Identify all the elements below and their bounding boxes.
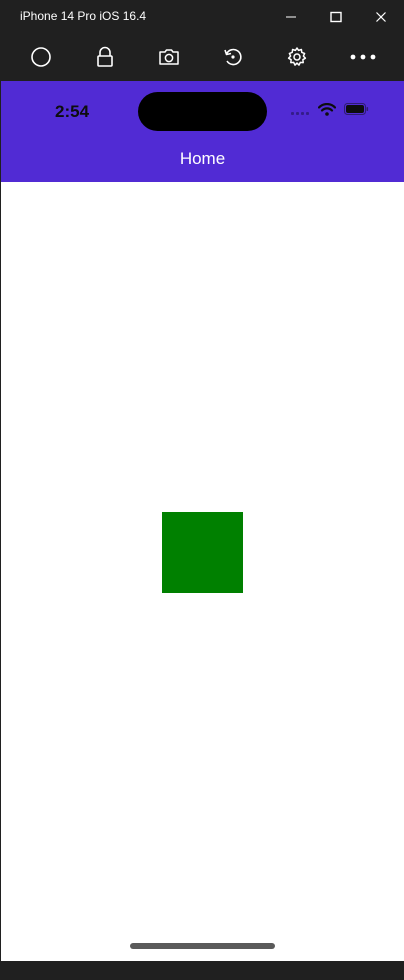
settings-button[interactable] bbox=[281, 41, 313, 73]
home-indicator[interactable] bbox=[130, 943, 275, 949]
rotate-button[interactable] bbox=[217, 41, 249, 73]
simulator-toolbar bbox=[0, 33, 404, 81]
title-bar: iPhone 14 Pro iOS 16.4 bbox=[0, 0, 404, 33]
more-button[interactable] bbox=[347, 41, 379, 73]
minimize-button[interactable] bbox=[268, 0, 314, 33]
more-icon bbox=[350, 54, 376, 60]
minimize-icon bbox=[286, 16, 296, 17]
navigation-bar: 2:54 Home bbox=[1, 81, 404, 182]
gear-icon bbox=[287, 47, 307, 66]
screenshot-button[interactable] bbox=[153, 41, 185, 73]
rotate-icon bbox=[224, 48, 242, 66]
battery-icon bbox=[344, 103, 369, 115]
green-box bbox=[162, 512, 243, 593]
dynamic-island bbox=[138, 92, 267, 131]
window-title: iPhone 14 Pro iOS 16.4 bbox=[20, 9, 147, 23]
wifi-icon bbox=[318, 103, 336, 116]
maximize-button[interactable] bbox=[313, 0, 359, 33]
home-button[interactable] bbox=[25, 41, 57, 73]
simulator-window: iPhone 14 Pro iOS 16.4 2:54 Home bbox=[0, 0, 404, 980]
camera-icon bbox=[159, 49, 179, 65]
device-screen: 2:54 Home bbox=[1, 81, 404, 961]
lock-button[interactable] bbox=[89, 41, 121, 73]
home-circle-icon bbox=[31, 47, 51, 67]
status-time: 2:54 bbox=[55, 102, 90, 121]
lock-icon bbox=[97, 46, 113, 67]
close-button[interactable] bbox=[358, 0, 404, 33]
maximize-icon bbox=[330, 11, 342, 22]
page-title: Home bbox=[179, 149, 226, 168]
window-bottom-edge bbox=[0, 961, 404, 980]
close-icon bbox=[376, 11, 386, 22]
cellular-signal-icon bbox=[291, 112, 313, 116]
